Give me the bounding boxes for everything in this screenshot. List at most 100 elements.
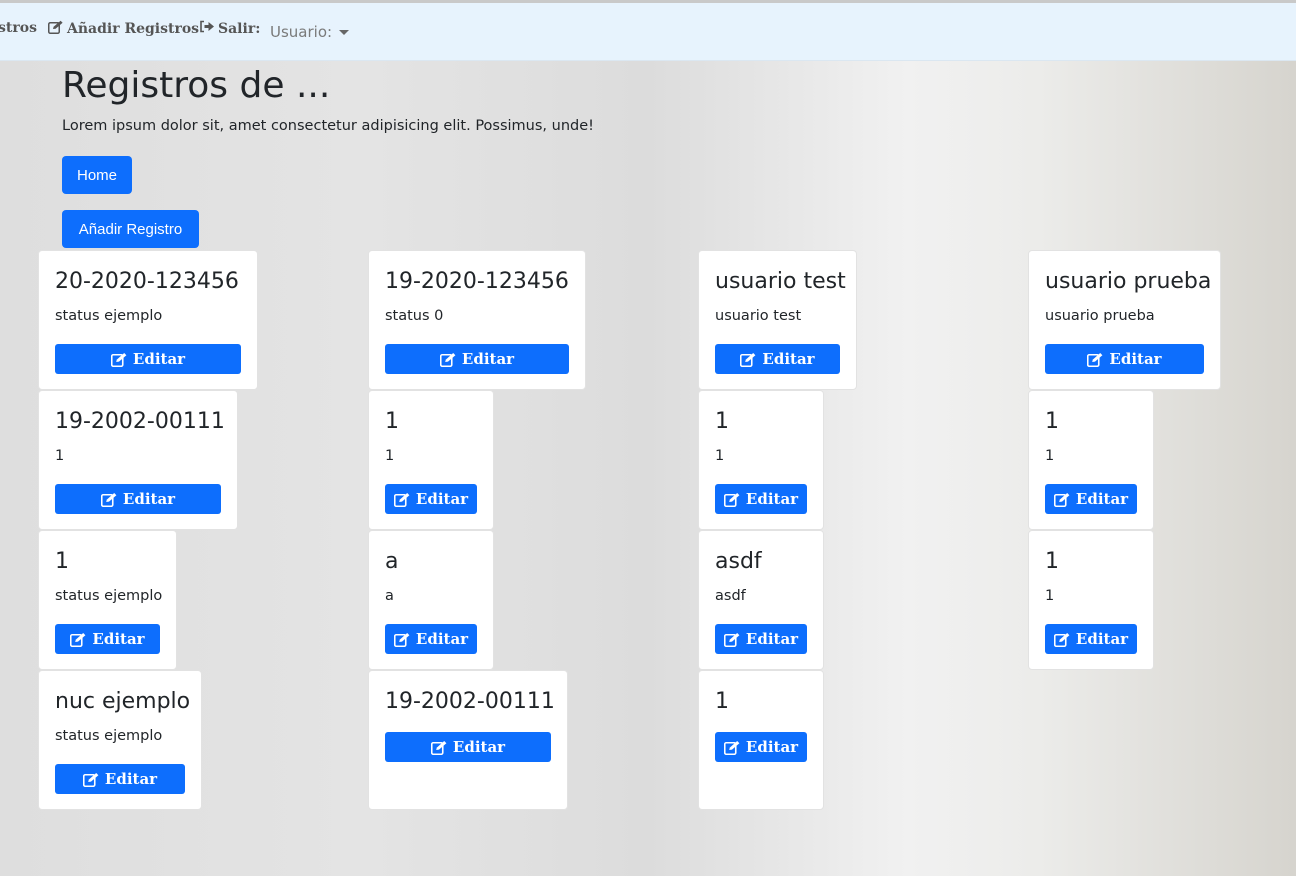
card-text: usuario test xyxy=(715,308,802,324)
card-text: 1 xyxy=(715,448,725,464)
edit-button[interactable]: Editar xyxy=(385,624,477,654)
edit-icon xyxy=(439,352,462,367)
edit-button[interactable]: Editar xyxy=(715,484,807,514)
edit-icon xyxy=(1087,352,1109,367)
card-title: 1 xyxy=(715,409,729,434)
edit-button[interactable]: Editar xyxy=(1045,484,1137,514)
edit-icon xyxy=(430,740,453,755)
edit-icon xyxy=(48,20,67,38)
card-text: asdf xyxy=(715,588,746,604)
edit-icon xyxy=(70,632,92,647)
edit-button[interactable]: Editar xyxy=(715,732,807,762)
edit-button[interactable]: Editar xyxy=(55,344,241,374)
registro-card: 1 1 Editar xyxy=(368,390,494,530)
card-text: 1 xyxy=(1045,448,1055,464)
card-text: 1 xyxy=(1045,588,1055,604)
edit-button-label: Editar xyxy=(1075,630,1129,648)
card-title: 1 xyxy=(1045,549,1059,574)
edit-button-label: Editar xyxy=(1109,350,1162,368)
registro-card: usuario test usuario test Editar xyxy=(698,250,857,390)
nav-link-registros-label: stros xyxy=(0,20,37,36)
navbar: stros Añadir Registros Salir: Usuario: xyxy=(0,3,1296,61)
registro-card: 1 1 Editar xyxy=(1028,530,1154,670)
edit-button-label: Editar xyxy=(122,490,176,508)
card-title: nuc ejemplo xyxy=(55,689,191,714)
registro-card: 1 1 Editar xyxy=(698,390,824,530)
registro-card: 20-2020-123456 status ejemplo Editar xyxy=(38,250,258,390)
registro-card: 1 1 Editar xyxy=(1028,390,1154,530)
edit-button-label: Editar xyxy=(415,630,469,648)
edit-button-label: Editar xyxy=(104,770,158,788)
caret-down-icon xyxy=(339,29,350,35)
card-text: status ejemplo xyxy=(55,728,163,744)
edit-button[interactable]: Editar xyxy=(385,732,551,762)
edit-icon xyxy=(393,632,416,647)
registro-card: 19-2020-123456 status 0 Editar xyxy=(368,250,586,390)
edit-button[interactable]: Editar xyxy=(385,344,569,374)
registro-card: a a Editar xyxy=(368,530,494,670)
registro-card: 1 Editar xyxy=(698,670,824,810)
sign-out-icon xyxy=(199,20,218,37)
edit-icon xyxy=(740,352,762,367)
edit-icon xyxy=(82,772,105,787)
edit-button-label: Editar xyxy=(132,350,186,368)
card-title: usuario prueba xyxy=(1045,269,1212,294)
nav-link-anadir-label: Añadir Registros xyxy=(67,21,200,37)
edit-button[interactable]: Editar xyxy=(1045,344,1204,374)
card-text: status ejemplo xyxy=(55,588,163,604)
registro-card: 1 status ejemplo Editar xyxy=(38,530,177,670)
edit-button-label: Editar xyxy=(745,490,799,508)
edit-icon xyxy=(723,740,746,755)
edit-button-label: Editar xyxy=(762,350,815,368)
add-registro-button[interactable]: Añadir Registro xyxy=(62,210,199,248)
edit-button-label: Editar xyxy=(1075,490,1129,508)
user-dropdown[interactable]: Usuario: xyxy=(270,23,350,41)
edit-icon xyxy=(723,632,746,647)
card-title: 19-2002-00111 xyxy=(385,689,555,714)
edit-button-label: Editar xyxy=(745,630,799,648)
card-title: asdf xyxy=(715,549,762,574)
card-text: status 0 xyxy=(385,308,444,324)
card-text: 1 xyxy=(385,448,395,464)
edit-button-label: Editar xyxy=(92,630,145,648)
nav-link-registros[interactable]: stros xyxy=(0,20,37,36)
edit-button[interactable]: Editar xyxy=(1045,624,1137,654)
card-title: 1 xyxy=(55,549,69,574)
edit-button-label: Editar xyxy=(452,738,506,756)
edit-icon xyxy=(1053,492,1076,507)
card-text: usuario prueba xyxy=(1045,308,1155,324)
nav-link-salir-label: Salir: xyxy=(218,20,261,37)
card-title: 1 xyxy=(715,689,729,714)
registro-card: asdf asdf Editar xyxy=(698,530,824,670)
card-title: 20-2020-123456 xyxy=(55,269,239,294)
card-title: usuario test xyxy=(715,269,846,294)
card-title: 19-2020-123456 xyxy=(385,269,569,294)
edit-button[interactable]: Editar xyxy=(385,484,477,514)
edit-button[interactable]: Editar xyxy=(715,624,807,654)
nav-link-anadir-registros[interactable]: Añadir Registros xyxy=(48,20,199,38)
card-title: 1 xyxy=(1045,409,1059,434)
edit-button[interactable]: Editar xyxy=(55,484,221,514)
edit-button[interactable]: Editar xyxy=(715,344,840,374)
edit-icon xyxy=(100,492,123,507)
nav-link-salir[interactable]: Salir: xyxy=(199,20,260,37)
user-dropdown-label: Usuario: xyxy=(270,23,333,41)
home-button[interactable]: Home xyxy=(62,156,132,194)
edit-icon xyxy=(1053,632,1076,647)
edit-button[interactable]: Editar xyxy=(55,624,160,654)
registro-card: 19-2002-00111 Editar xyxy=(368,670,568,810)
edit-button-label: Editar xyxy=(415,490,469,508)
edit-button-label: Editar xyxy=(461,350,515,368)
edit-icon xyxy=(723,492,746,507)
card-text: a xyxy=(385,588,394,604)
edit-icon xyxy=(110,352,133,367)
registro-card: nuc ejemplo status ejemplo Editar xyxy=(38,670,202,810)
edit-button-label: Editar xyxy=(745,738,799,756)
card-title: 1 xyxy=(385,409,399,434)
card-text: status ejemplo xyxy=(55,308,163,324)
edit-button[interactable]: Editar xyxy=(55,764,185,794)
card-text: 1 xyxy=(55,448,65,464)
registro-card: usuario prueba usuario prueba Editar xyxy=(1028,250,1221,390)
edit-icon xyxy=(393,492,416,507)
card-title: a xyxy=(385,549,399,574)
